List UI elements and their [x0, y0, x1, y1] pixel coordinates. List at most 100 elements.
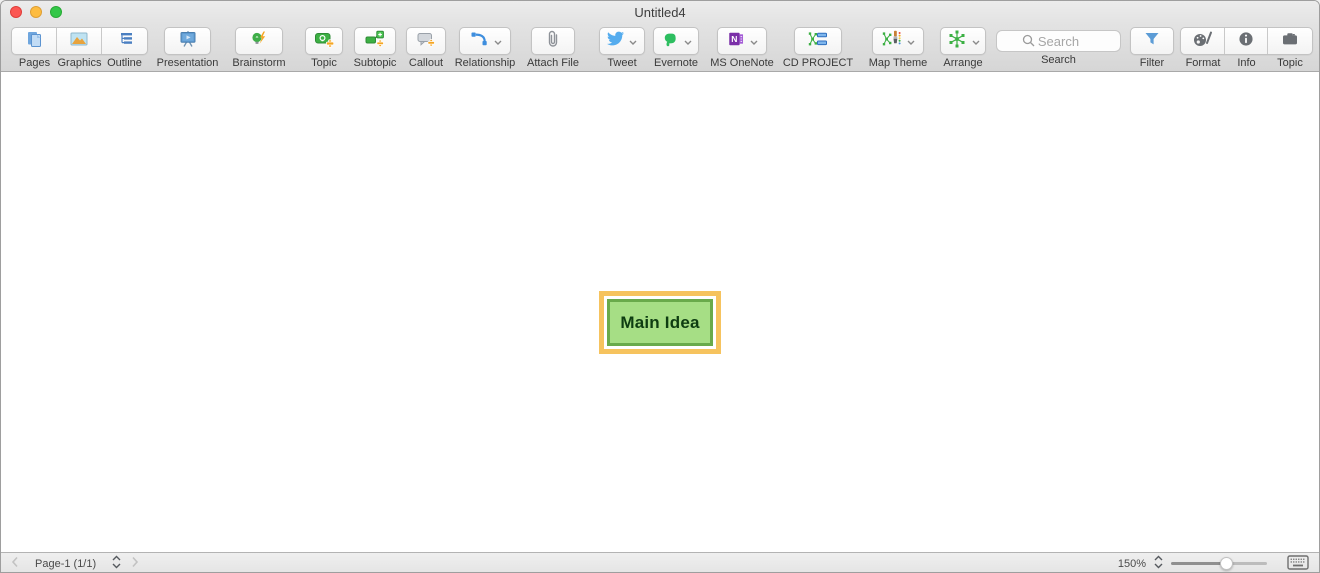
- info-button[interactable]: [1225, 28, 1268, 54]
- topic-button[interactable]: [305, 27, 343, 55]
- next-page-icon[interactable]: [131, 556, 139, 571]
- chevron-down-icon: [907, 32, 915, 50]
- page-stepper-icon[interactable]: [112, 555, 121, 572]
- topic-cell: Topic: [305, 27, 343, 69]
- arrange-radial-icon: [947, 29, 967, 54]
- topic-label: Topic: [311, 57, 337, 69]
- ms-onenote-button[interactable]: N: [717, 27, 767, 55]
- graphics-icon: [69, 29, 89, 54]
- title-bar: Untitled4: [1, 1, 1319, 23]
- window-title: Untitled4: [634, 4, 686, 20]
- app-window: Untitled4 Pages Graphics Outline Present…: [0, 0, 1320, 573]
- search-label: Search: [1041, 54, 1076, 66]
- arrange-button[interactable]: [940, 27, 986, 55]
- evernote-label: Evernote: [653, 57, 699, 69]
- map-theme-cell: Map Theme: [867, 27, 929, 69]
- zoom-level: 150%: [1117, 557, 1146, 570]
- pages-icon: [24, 29, 44, 54]
- arrange-cell: Arrange: [939, 27, 987, 69]
- brainstorm-cell: Brainstorm: [227, 27, 291, 69]
- ms-onenote-label: MS OneNote: [710, 57, 774, 69]
- format-label: Format: [1185, 57, 1221, 69]
- filter-button[interactable]: [1130, 27, 1174, 55]
- callout-add-icon: [416, 29, 436, 54]
- outline-icon: [115, 29, 135, 54]
- callout-cell: Callout: [405, 27, 447, 69]
- filter-funnel-icon: [1142, 29, 1162, 54]
- zoom-slider-track-filled: [1171, 562, 1227, 565]
- filter-cell: Filter: [1130, 27, 1174, 69]
- cd-project-cell: CD PROJECT: [781, 27, 855, 69]
- zoom-button[interactable]: [50, 6, 62, 18]
- search-input[interactable]: [996, 30, 1121, 52]
- relationship-label: Relationship: [454, 57, 516, 69]
- attach-file-button[interactable]: [531, 27, 575, 55]
- info-label: Info: [1237, 57, 1256, 69]
- cd-project-icon: [808, 29, 828, 54]
- page-indicator: Page-1 (1/1): [35, 557, 97, 570]
- brainstorm-label: Brainstorm: [232, 57, 286, 69]
- zoom-slider-thumb[interactable]: [1220, 557, 1234, 570]
- twitter-bird-icon: [607, 30, 625, 52]
- topic-panel-icon: [1280, 29, 1300, 54]
- cd-project-label: CD PROJECT: [782, 57, 854, 69]
- filter-label: Filter: [1139, 57, 1165, 69]
- paperclip-icon: [543, 29, 563, 54]
- keyboard-icon[interactable]: [1287, 554, 1309, 573]
- zoom-stepper-icon[interactable]: [1154, 555, 1163, 572]
- chevron-down-icon: [972, 32, 980, 50]
- cd-project-button[interactable]: [794, 27, 842, 55]
- subtopic-button[interactable]: [354, 27, 396, 55]
- onenote-icon: N: [727, 30, 745, 53]
- subtopic-label: Subtopic: [353, 57, 397, 69]
- chevron-down-icon: [684, 32, 692, 50]
- minimize-button[interactable]: [30, 6, 42, 18]
- zoom-slider[interactable]: [1171, 557, 1267, 570]
- evernote-cell: Evernote: [649, 27, 703, 69]
- callout-button[interactable]: [406, 27, 446, 55]
- info-circle-icon: [1237, 30, 1255, 53]
- graphics-label: Graphics: [57, 57, 102, 69]
- chevron-down-icon: [629, 32, 637, 50]
- graphics-button[interactable]: [57, 28, 102, 54]
- view-switch-group: Pages Graphics Outline: [11, 27, 148, 69]
- brainstorm-icon: [249, 29, 269, 54]
- format-button[interactable]: [1181, 28, 1225, 54]
- topic-panel-button[interactable]: [1268, 28, 1312, 54]
- tweet-cell: Tweet: [599, 27, 645, 69]
- topic-add-icon: [314, 29, 335, 54]
- callout-label: Callout: [408, 57, 444, 69]
- pages-label: Pages: [18, 57, 51, 69]
- close-button[interactable]: [10, 6, 22, 18]
- palette-pen-icon: [1192, 29, 1214, 54]
- evernote-elephant-icon: [661, 30, 679, 53]
- presentation-cell: Presentation: [148, 27, 227, 69]
- main-toolbar: Pages Graphics Outline Presentation Brai…: [1, 23, 1319, 72]
- map-theme-label: Map Theme: [868, 57, 928, 69]
- outline-label: Outline: [107, 57, 142, 69]
- map-canvas[interactable]: Main Idea: [1, 72, 1319, 552]
- attach-file-cell: Attach File: [526, 27, 580, 69]
- evernote-button[interactable]: [653, 27, 699, 55]
- relationship-icon: [469, 29, 489, 54]
- map-theme-brush-icon: [882, 29, 902, 54]
- main-idea-topic[interactable]: Main Idea: [607, 299, 713, 346]
- outline-button[interactable]: [102, 28, 147, 54]
- svg-text:N: N: [731, 34, 737, 44]
- arrange-label: Arrange: [943, 57, 983, 69]
- subtopic-cell: Subtopic: [351, 27, 399, 69]
- presentation-icon: [178, 29, 198, 54]
- ms-onenote-cell: N MS OneNote: [709, 27, 775, 69]
- topic-selection-frame[interactable]: Main Idea: [599, 291, 721, 354]
- relationship-cell: Relationship: [451, 27, 519, 69]
- prev-page-icon[interactable]: [11, 556, 19, 571]
- brainstorm-button[interactable]: [235, 27, 283, 55]
- search-cell: Search: [996, 27, 1121, 66]
- pages-button[interactable]: [12, 28, 57, 54]
- chevron-down-icon: [750, 32, 758, 50]
- map-theme-button[interactable]: [872, 27, 924, 55]
- presentation-button[interactable]: [164, 27, 211, 55]
- topic-panel-label: Topic: [1277, 57, 1303, 69]
- relationship-button[interactable]: [459, 27, 511, 55]
- tweet-button[interactable]: [599, 27, 645, 55]
